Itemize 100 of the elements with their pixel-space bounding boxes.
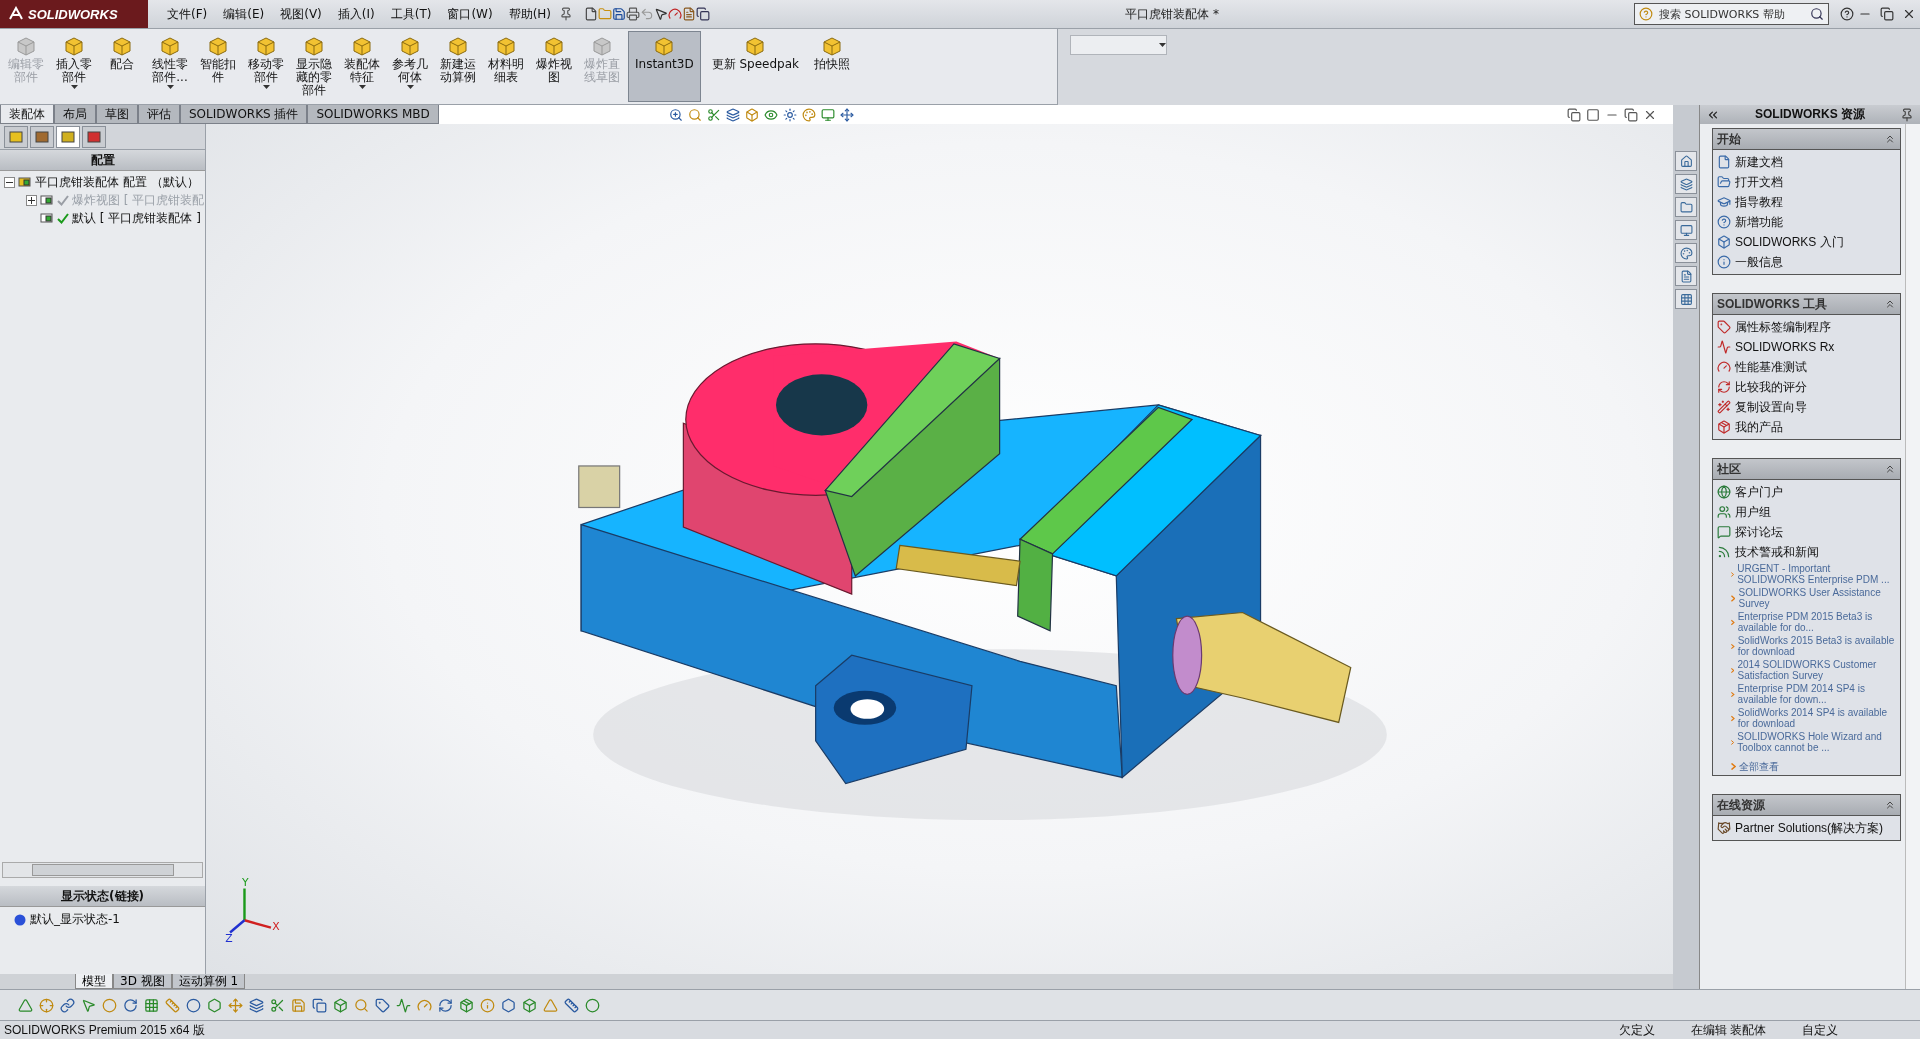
toolbar-icon[interactable] xyxy=(585,997,600,1013)
expander-icon[interactable] xyxy=(26,194,37,206)
ribbon-button[interactable]: 配合 xyxy=(100,31,144,102)
resource-link[interactable]: 用户组 xyxy=(1713,502,1900,522)
toolbar-icon[interactable] xyxy=(543,997,558,1013)
scissors-icon[interactable] xyxy=(706,107,721,122)
save-icon[interactable] xyxy=(612,7,627,21)
palette-icon[interactable] xyxy=(801,107,816,122)
toolbar-icon[interactable] xyxy=(144,997,159,1013)
toolbar-icon[interactable] xyxy=(291,997,306,1013)
ribbon-button[interactable]: 线性零部件... xyxy=(148,31,192,102)
toolbar-icon[interactable] xyxy=(165,997,180,1013)
ribbon-button[interactable]: 移动零部件 xyxy=(244,31,288,102)
ribbon-button[interactable]: 爆炸视图 xyxy=(532,31,576,102)
collapse-icon[interactable] xyxy=(1884,298,1896,310)
resource-link[interactable]: 探讨论坛 xyxy=(1713,522,1900,542)
tab[interactable]: 3D 视图 xyxy=(113,974,172,989)
ribbon-button[interactable]: 更新 Speedpak xyxy=(704,31,806,102)
toolbar-icon[interactable] xyxy=(501,997,516,1013)
menu-item[interactable]: 帮助(H) xyxy=(500,2,560,26)
ribbon-button[interactable]: 智能扣件 xyxy=(196,31,240,102)
tab[interactable]: 草图 xyxy=(96,105,138,124)
sun-icon[interactable] xyxy=(782,107,797,122)
resource-link[interactable]: 指导教程 xyxy=(1713,192,1900,212)
task-pane-tab[interactable] xyxy=(1675,289,1697,309)
task-pane-tab[interactable] xyxy=(1675,243,1697,263)
toolbar-icon[interactable] xyxy=(270,997,285,1013)
window-icon[interactable] xyxy=(1586,107,1600,122)
monitor-icon[interactable] xyxy=(820,107,835,122)
help-search-field[interactable]: 搜索 SOLIDWORKS 帮助 xyxy=(1634,3,1829,25)
toolbar-icon[interactable] xyxy=(123,997,138,1013)
tab[interactable]: 布局 xyxy=(54,105,96,124)
panel-tab[interactable] xyxy=(82,126,106,148)
menu-item[interactable]: 工具(T) xyxy=(382,2,440,26)
panel-tab[interactable] xyxy=(4,126,28,148)
collapse-icon[interactable] xyxy=(1884,133,1896,145)
resource-link[interactable]: 技术警戒和新闻 xyxy=(1713,542,1900,562)
toolbar-icon[interactable] xyxy=(564,997,579,1013)
menu-item[interactable]: 窗口(W) xyxy=(439,2,501,26)
task-pane-tab[interactable] xyxy=(1675,220,1697,240)
pin-icon[interactable] xyxy=(1900,107,1914,122)
tab[interactable]: SOLIDWORKS MBD xyxy=(307,105,439,124)
expander-icon[interactable] xyxy=(4,176,15,188)
ribbon-button[interactable]: 新建运动算例 xyxy=(436,31,480,102)
zoom-icon[interactable] xyxy=(668,107,683,122)
toolbar-icon[interactable] xyxy=(459,997,474,1013)
toolbar-icon[interactable] xyxy=(81,997,96,1013)
document-icon[interactable] xyxy=(584,7,599,21)
news-link[interactable]: SOLIDWORKS Hole Wizard and Toolbox cannot be ... xyxy=(1737,731,1896,753)
toolbar-icon[interactable] xyxy=(186,997,201,1013)
panel-tab[interactable] xyxy=(56,126,80,148)
resource-link[interactable]: 复制设置向导 xyxy=(1713,397,1900,417)
ribbon-button[interactable]: 材料明细表 xyxy=(484,31,528,102)
layers-icon[interactable] xyxy=(725,107,740,122)
toolbar-icon[interactable] xyxy=(396,997,411,1013)
menu-item[interactable]: 插入(I) xyxy=(329,2,383,26)
resource-link[interactable]: SOLIDWORKS 入门 xyxy=(1713,232,1900,252)
scrollbar[interactable] xyxy=(1905,124,1920,989)
resource-link[interactable]: 性能基准测试 xyxy=(1713,357,1900,377)
tab[interactable]: 模型 xyxy=(75,974,113,989)
collapse-icon[interactable] xyxy=(1884,463,1896,475)
tab[interactable]: SOLIDWORKS 插件 xyxy=(180,105,308,124)
tab[interactable]: 运动算例 1 xyxy=(171,974,246,989)
resource-link[interactable]: SOLIDWORKS Rx xyxy=(1713,337,1900,357)
pin-icon[interactable] xyxy=(559,7,574,21)
tree-item[interactable]: 默认 [ 平口虎钳装配体 ] xyxy=(72,209,201,227)
box-icon[interactable] xyxy=(744,107,759,122)
ribbon-button[interactable]: 参考几何体 xyxy=(388,31,432,102)
restore-icon[interactable] xyxy=(1624,107,1638,122)
news-link[interactable]: 2014 SOLIDWORKS Customer Satisfaction Survey xyxy=(1737,659,1896,681)
toolbar-icon[interactable] xyxy=(354,997,369,1013)
tree-item[interactable]: 平口虎钳装配体 配置 （默认） xyxy=(35,173,199,191)
toolbar-icon[interactable] xyxy=(60,997,75,1013)
copy-icon[interactable] xyxy=(696,7,711,21)
move-icon[interactable] xyxy=(839,107,854,122)
toolbar-icon[interactable] xyxy=(438,997,453,1013)
ribbon-button[interactable]: 显示隐藏的零部件 xyxy=(292,31,336,102)
resource-link[interactable]: 一般信息 xyxy=(1713,252,1900,272)
toolbar-icon[interactable] xyxy=(312,997,327,1013)
view-all-link[interactable]: 全部查看 xyxy=(1739,761,1779,772)
ribbon-button[interactable]: Instant3D xyxy=(628,31,701,102)
toolbar-icon[interactable] xyxy=(333,997,348,1013)
news-link[interactable]: SolidWorks 2014 SP4 is available for download xyxy=(1737,707,1896,729)
tab[interactable]: 装配体 xyxy=(0,105,54,124)
help-icon[interactable] xyxy=(1840,7,1854,21)
menu-item[interactable]: 编辑(E) xyxy=(215,2,273,26)
display-state-item[interactable]: 默认_显示状态-1 xyxy=(30,911,120,928)
toolbar-icon[interactable] xyxy=(39,997,54,1013)
graphics-viewport[interactable]: Y X Z xyxy=(206,124,1673,974)
toolbar-icon[interactable] xyxy=(207,997,222,1013)
toolbar-icon[interactable] xyxy=(480,997,495,1013)
resource-link[interactable]: 我的产品 xyxy=(1713,417,1900,437)
ribbon-button[interactable]: 拍快照 xyxy=(810,31,854,102)
panel-tab[interactable] xyxy=(30,126,54,148)
toolbar-icon[interactable] xyxy=(375,997,390,1013)
resource-link[interactable]: 属性标签编制程序 xyxy=(1713,317,1900,337)
document-icon[interactable] xyxy=(682,7,697,21)
ribbon-button[interactable]: 装配体特征 xyxy=(340,31,384,102)
toolbar-icon[interactable] xyxy=(249,997,264,1013)
resource-link[interactable]: 打开文档 xyxy=(1713,172,1900,192)
